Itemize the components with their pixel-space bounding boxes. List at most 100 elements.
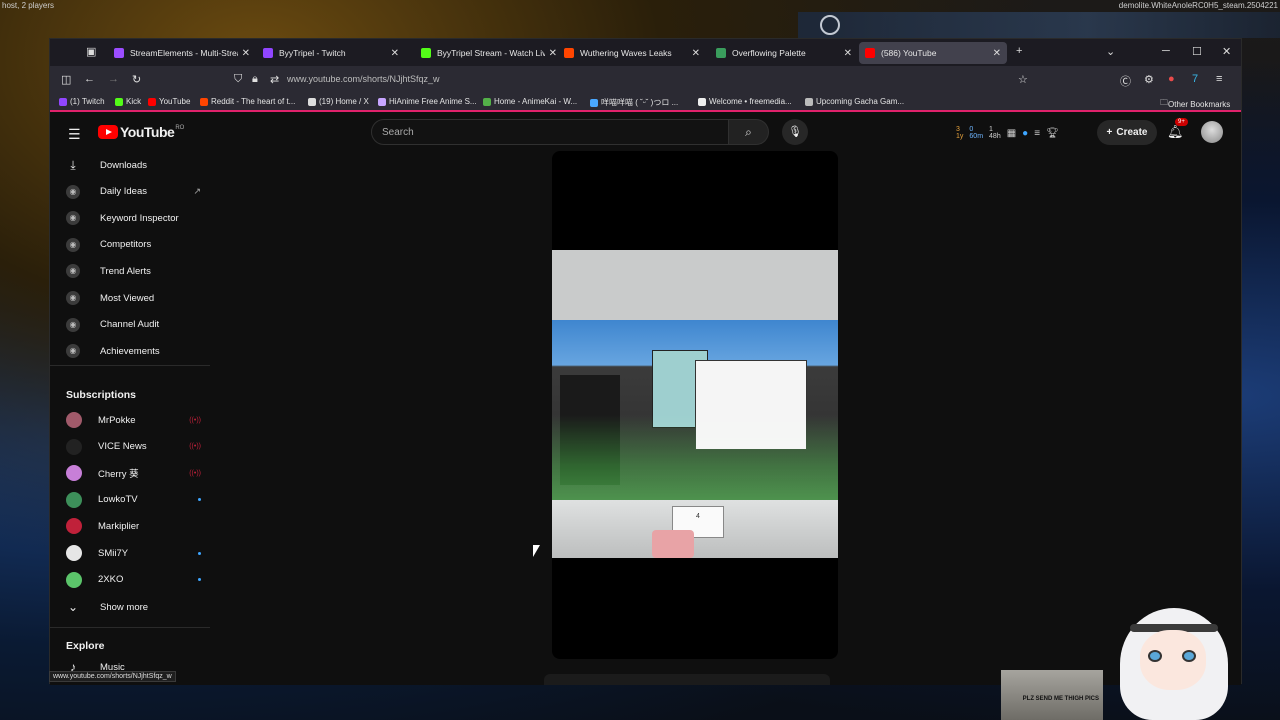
bookmark-2[interactable]: YouTube: [148, 97, 190, 106]
close-tab-icon[interactable]: ✕: [391, 48, 399, 59]
vidiq-icon: ◉: [66, 344, 80, 359]
tab-list-icon[interactable]: ⌄: [1106, 45, 1115, 58]
extension-c-icon[interactable]: Ⓒ: [1120, 73, 1131, 89]
bookmark-3[interactable]: Reddit - The heart of t...: [200, 97, 295, 106]
subscription-item[interactable]: 2XKO: [66, 569, 201, 591]
channel-name: Cherry 葵: [98, 469, 139, 481]
search-input[interactable]: Search: [371, 119, 729, 145]
desktop-label-right: demolite.WhiteAnoleRC0H5_steam.2504221: [1118, 1, 1278, 10]
notification-badge: 9+: [1175, 118, 1188, 126]
bookmark-favicon-icon: [698, 97, 706, 106]
bookmark-8[interactable]: Welcome • freemedia...: [698, 97, 792, 106]
tab-title: Wuthering Waves Leaks: [580, 48, 672, 58]
bookmark-5[interactable]: HiAnime Free Anime S...: [378, 97, 477, 106]
bookmark-favicon-icon: [590, 98, 598, 107]
permissions-icon[interactable]: ⇄: [270, 73, 279, 86]
tab-title: ByyTripel - Twitch: [279, 48, 346, 58]
chevron-down-icon: ⌄: [67, 600, 79, 614]
nav-bar: ◫ ← → ↻ ⛉ 🔒︎ ⇄ www.youtube.com/shorts/NJ…: [50, 66, 1241, 94]
vidiq-icon: ◉: [66, 264, 80, 279]
voice-search-button[interactable]: 🎙︎: [782, 119, 808, 145]
youtube-header: ☰ YouTube RO Search ⌕ 🎙︎ 3 1y 0 60m 1 48h ▦…: [50, 114, 1241, 152]
youtube-logo[interactable]: YouTube RO: [98, 124, 184, 140]
sidebar-item-label: Downloads: [100, 159, 147, 171]
bookmark-1[interactable]: Kick: [115, 97, 141, 106]
reload-icon[interactable]: ↻: [132, 73, 141, 86]
bookmark-0[interactable]: (1) Twitch: [59, 97, 105, 106]
bookmark-4[interactable]: (19) Home / X: [308, 97, 369, 106]
close-tab-icon[interactable]: ✕: [993, 48, 1001, 59]
sidebar-item-label: Keyword Inspector: [100, 212, 179, 224]
calculator-icon[interactable]: ▦: [1007, 128, 1016, 139]
create-button[interactable]: + Create: [1097, 120, 1157, 145]
sidebar-item-competitors[interactable]: ◉ Competitors: [66, 234, 201, 256]
seventv-icon[interactable]: 7: [1192, 73, 1198, 85]
subscription-item[interactable]: SMii7Y: [66, 542, 201, 564]
trophy-icon[interactable]: 🏆︎: [1046, 128, 1059, 139]
channel-name: MrPokke: [98, 414, 136, 426]
bookmark-9[interactable]: Upcoming Gacha Gam...: [805, 97, 904, 106]
browser-window: ▣ StreamElements - Multi-Stream ✕ ByyTripe…: [49, 38, 1242, 685]
subscription-item[interactable]: VICE News ((•)): [66, 436, 201, 458]
vidiq-logo-icon[interactable]: ●: [1022, 128, 1028, 139]
next-short-card[interactable]: [544, 674, 830, 685]
show-more-button[interactable]: ⌄ Show more: [66, 596, 201, 618]
tab-3[interactable]: Wuthering Waves Leaks ✕: [558, 42, 706, 64]
tab-overview-icon[interactable]: ▣: [86, 45, 96, 58]
bookmark-star-icon[interactable]: ☆: [1018, 73, 1028, 86]
back-icon[interactable]: ←: [84, 73, 95, 85]
tab-2[interactable]: ByyTripel Stream - Watch Live o ✕: [415, 42, 563, 64]
external-link-icon: ↗: [193, 186, 201, 197]
bookmark-7[interactable]: 咩喵咩喵 ( ˘ᵕ˘ )つロ ...: [590, 97, 678, 108]
tab-4[interactable]: Overflowing Palette ✕: [710, 42, 858, 64]
avatar[interactable]: [1201, 121, 1223, 143]
url-field[interactable]: www.youtube.com/shorts/NJjhtSfqz_w: [287, 74, 440, 84]
subscription-item[interactable]: Markiplier: [66, 515, 201, 537]
notifications-bell-icon[interactable]: 🔔︎: [1167, 124, 1184, 140]
sidebar-item-trend-alerts[interactable]: ◉ Trend Alerts: [66, 260, 201, 282]
close-tab-icon[interactable]: ✕: [844, 48, 852, 59]
tab-favicon-icon: [716, 48, 726, 58]
shorts-player[interactable]: 4: [552, 151, 838, 659]
vidiq-icon: ◉: [66, 291, 80, 305]
shield-icon[interactable]: ⛉: [234, 73, 242, 86]
search-button[interactable]: ⌕: [729, 119, 769, 145]
new-content-dot: [198, 578, 201, 582]
bookmark-favicon-icon: [115, 97, 123, 106]
maximize-icon[interactable]: ☐: [1192, 45, 1202, 58]
menu-icon[interactable]: ≡: [1216, 73, 1222, 85]
minimize-icon[interactable]: ─: [1162, 45, 1170, 57]
list-icon[interactable]: ≡: [1034, 128, 1040, 139]
adblock-icon[interactable]: ●: [1168, 73, 1175, 85]
bookmark-favicon-icon: [200, 97, 208, 106]
sidebar-divider: [50, 627, 210, 628]
tab-5[interactable]: (586) YouTube ✕: [859, 42, 1007, 64]
youtube-play-icon: [98, 125, 118, 139]
sidebar-item-most-viewed[interactable]: ◉ Most Viewed: [66, 287, 201, 309]
subscription-item[interactable]: MrPokke ((•)): [66, 409, 201, 431]
extensions-icon[interactable]: ⚙: [1144, 73, 1154, 86]
tab-0[interactable]: StreamElements - Multi-Stream ✕: [108, 42, 256, 64]
close-tab-icon[interactable]: ✕: [242, 48, 250, 59]
guide-menu-icon[interactable]: ☰: [68, 126, 81, 143]
forward-icon[interactable]: →: [108, 73, 119, 85]
new-tab-icon[interactable]: +: [1016, 45, 1022, 57]
sidebar-item-achievements[interactable]: ◉ Achievements: [66, 340, 201, 362]
search-icon: ⌕: [745, 125, 752, 139]
sidebar-item-channel-audit[interactable]: ◉ Channel Audit: [66, 314, 201, 336]
close-tab-icon[interactable]: ✕: [692, 48, 700, 59]
subscriptions-heading[interactable]: Subscriptions: [66, 389, 136, 401]
close-window-icon[interactable]: ✕: [1222, 45, 1231, 58]
country-code: RO: [175, 125, 185, 131]
bookmark-6[interactable]: Home - AnimeKai - W...: [483, 97, 577, 106]
sidebar-item-keyword-inspector[interactable]: ◉ Keyword Inspector: [66, 207, 201, 229]
lock-icon[interactable]: 🔒︎: [252, 73, 258, 86]
subscription-item[interactable]: LowkoTV: [66, 489, 201, 511]
sidebar-item-daily-ideas[interactable]: ◉ Daily Ideas ↗: [66, 181, 201, 203]
other-bookmarks[interactable]: 🗀︎ Other Bookmarks: [1160, 97, 1230, 111]
sidebar-toggle-icon[interactable]: ◫: [61, 73, 71, 86]
sidebar-item-downloads[interactable]: ⤓ Downloads: [66, 154, 201, 176]
tab-1[interactable]: ByyTripel - Twitch ✕: [257, 42, 405, 64]
close-tab-icon[interactable]: ✕: [549, 48, 557, 59]
subscription-item[interactable]: Cherry 葵 ((•)): [66, 462, 201, 484]
